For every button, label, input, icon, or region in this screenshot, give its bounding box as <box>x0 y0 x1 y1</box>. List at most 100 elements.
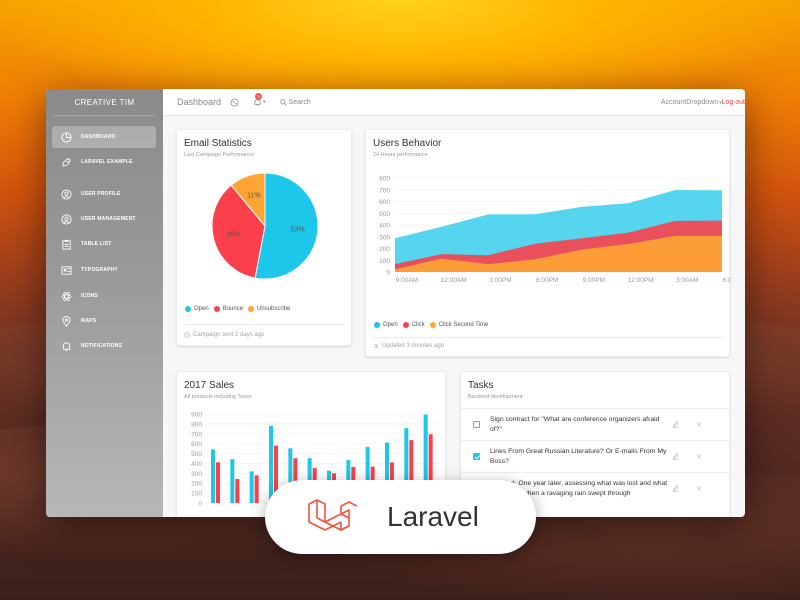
email-statistics-card: Email Statistics Last Campaign Performan… <box>176 129 352 346</box>
card-divider <box>373 337 722 338</box>
x-tick-label: 6:00AM <box>723 277 731 284</box>
page-title[interactable]: Dashboard <box>177 97 221 107</box>
clock-icon <box>184 332 190 338</box>
sidebar-item-table-list[interactable]: TABLE LIST <box>52 233 156 255</box>
legend-label: Bounce <box>222 306 244 312</box>
rocket-icon <box>59 155 73 169</box>
bar-jan-series-1 <box>211 449 215 503</box>
y-tick-label: 800 <box>191 421 202 428</box>
task-checkbox[interactable] <box>473 421 480 428</box>
legend-dot <box>374 322 380 328</box>
users-behavior-card: Users Behavior 24 Hours performance 800 7… <box>365 129 731 357</box>
x-tick-label: 3:00PM <box>489 277 511 284</box>
pie-slice-label: 36% <box>226 232 240 239</box>
sidebar-item-user-profile[interactable]: USER PROFILE <box>52 183 156 205</box>
sidebar-item-label: TABLE LIST <box>81 241 112 247</box>
sidebar-item-label: DASHBOARD <box>81 134 116 140</box>
edit-icon[interactable] <box>672 421 679 428</box>
x-tick-label: 12:00PM <box>628 277 654 284</box>
legend-dot <box>429 322 436 328</box>
y-tick-label: 700 <box>379 187 390 194</box>
legend-item-unsubscribe: Unsubscribe <box>248 306 290 312</box>
bar-feb-series-2 <box>235 478 240 503</box>
card-subtitle: Last Campaign Performance <box>184 152 255 158</box>
task-checkbox[interactable] <box>473 453 480 460</box>
legend-label: Click Second Time <box>438 322 489 328</box>
area-chart: 800 700 600 500 400 300 200 100 0 9:00AM 12:00AM 3:… <box>379 176 731 284</box>
brand-logo-text[interactable]: CREATIVE TIM <box>54 89 155 116</box>
sidebar-item-label: NOTIFICATIONS <box>81 343 123 349</box>
x-tick-label: 9:00PM <box>583 277 605 284</box>
bar-jan-series-2 <box>216 462 220 503</box>
sidebar-item-icons[interactable]: ICONS <box>52 285 156 307</box>
sidebar-item-typography[interactable]: TYPOGRAPHY <box>52 259 156 281</box>
dropdown-label: Dropdown <box>686 98 719 106</box>
y-tick-label: 500 <box>379 211 390 218</box>
card-title: Email Statistics <box>184 138 252 149</box>
pie-legend: Open Bounce Unsubscribe <box>185 306 295 312</box>
news-icon <box>59 263 73 277</box>
y-tick-label: 900 <box>191 412 202 419</box>
legend-item-click: Click <box>402 322 425 328</box>
globe-icon[interactable] <box>230 97 239 107</box>
y-tick-label: 0 <box>198 501 202 508</box>
legend-label: Open <box>383 322 398 328</box>
sidebar-item-label: ICONS <box>81 293 98 299</box>
sidebar-item-notifications[interactable]: NOTIFICATIONS <box>52 335 156 357</box>
search-label: Search <box>288 98 311 106</box>
y-tick-label: 600 <box>379 199 390 206</box>
edit-icon[interactable] <box>672 485 679 492</box>
card-subtitle: Backend development <box>468 394 523 400</box>
sidebar-item-dashboard[interactable]: DASHBOARD <box>52 126 156 148</box>
x-tick-label: 9:00AM <box>396 277 418 284</box>
task-row: Lines From Great Russian Literature? Or … <box>461 440 729 472</box>
x-tick-label: 3:00AM <box>676 277 698 284</box>
map-pin-icon <box>59 314 73 328</box>
logout-link[interactable]: Log out <box>722 99 745 106</box>
laravel-label: Laravel <box>387 501 479 532</box>
laravel-badge: Laravel <box>265 480 536 554</box>
legend-dot <box>185 306 191 312</box>
legend-label: Unsubscribe <box>257 306 291 312</box>
pie-slice-label: 11% <box>247 193 261 200</box>
legend-item-open: Open <box>185 306 209 312</box>
delete-icon[interactable]: ✕ <box>696 485 702 493</box>
legend-item-open: Open <box>374 322 398 328</box>
pie-chart: 53% 36% 11% <box>211 172 319 280</box>
bar-mar-series-1 <box>249 471 254 503</box>
sidebar-item-label: USER MANAGEMENT <box>81 216 136 222</box>
card-footer: Updated 3 minutes ago <box>373 343 444 349</box>
sidebar-item-laravel-example[interactable]: LARAVEL EXAMPLE <box>52 151 156 173</box>
y-tick-label: 800 <box>379 176 390 183</box>
search-link[interactable]: Search <box>279 98 311 106</box>
delete-icon[interactable]: ✕ <box>696 453 702 461</box>
bar-feb-series-1 <box>230 459 235 503</box>
x-tick-label: 12:00AM <box>441 277 467 284</box>
dropdown-menu[interactable]: Dropdown▾ <box>686 99 721 106</box>
edit-icon[interactable] <box>672 453 679 460</box>
y-tick-label: 600 <box>191 441 202 448</box>
clipboard-icon <box>59 237 73 251</box>
legend-item-bounce: Bounce <box>213 306 244 312</box>
y-tick-label: 100 <box>191 491 202 498</box>
sidebar-item-label: LARAVEL EXAMPLE <box>81 159 133 165</box>
legend-dot <box>213 306 220 312</box>
legend-label: Click <box>411 322 425 328</box>
dashboard-window: CREATIVE TIM DASHBOARD LARAVEL EXAMPLE USE… <box>46 89 745 517</box>
laravel-logo-icon <box>308 499 357 531</box>
y-tick-label: 200 <box>379 246 390 253</box>
legend-dot <box>248 306 255 312</box>
sidebar-item-maps[interactable]: MAPS <box>52 310 156 332</box>
history-icon <box>373 343 379 349</box>
delete-icon[interactable]: ✕ <box>696 421 702 429</box>
sidebar-item-user-management[interactable]: USER MANAGEMENT <box>52 208 156 230</box>
bar-apr-series-1 <box>269 425 273 503</box>
card-title: Tasks <box>468 380 494 391</box>
notifications-dropdown[interactable]: 5 <box>253 92 263 107</box>
legend-label: Open <box>194 306 209 312</box>
task-row: Sign contract for "What are conference o… <box>461 408 729 440</box>
account-link[interactable]: Account <box>661 99 686 106</box>
notification-badge: 5 <box>255 92 263 100</box>
sidebar-item-label: MAPS <box>81 318 97 324</box>
atom-icon <box>59 289 73 303</box>
